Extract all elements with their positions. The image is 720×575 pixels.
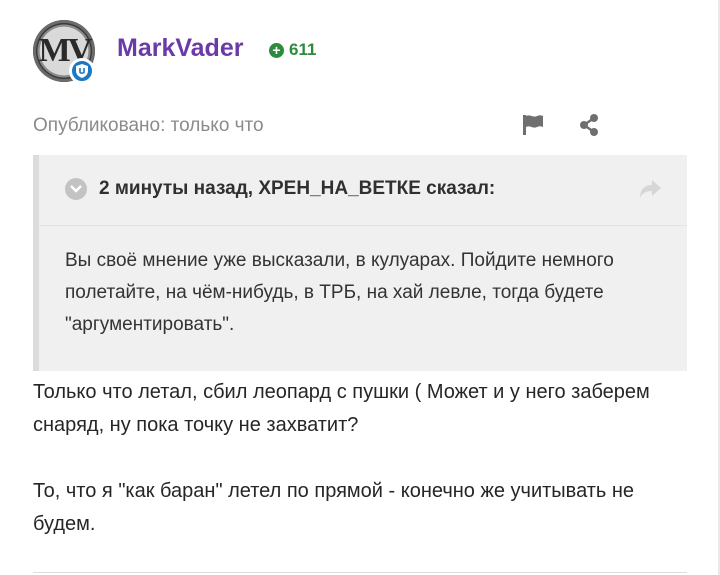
chevron-down-icon[interactable]	[65, 178, 87, 200]
share-icon[interactable]	[578, 113, 600, 137]
post-paragraph: То, что я "как баран" летел по прямой - …	[33, 480, 635, 535]
author-info: MV MarkVader + 611	[33, 20, 316, 84]
post-paragraph: Только что летал, сбил леопард с пушки (…	[33, 381, 650, 436]
quote-citation: 2 минуты назад, ХРЕН_НА_ВЕТКЕ сказал:	[99, 178, 496, 199]
shield-icon	[69, 58, 95, 84]
reputation-count: 611	[289, 40, 317, 59]
username-link[interactable]: MarkVader	[117, 34, 243, 63]
flag-icon[interactable]	[521, 114, 545, 136]
plus-circle-icon: +	[269, 42, 284, 58]
divider	[33, 572, 687, 573]
quote-header: 2 минуты назад, ХРЕН_НА_ВЕТКЕ сказал:	[39, 155, 687, 226]
avatar[interactable]: MV	[33, 20, 95, 84]
published-time: Опубликовано: только что	[33, 115, 264, 136]
quote-block: 2 минуты назад, ХРЕН_НА_ВЕТКЕ сказал: Вы…	[33, 155, 687, 371]
reputation-badge[interactable]: + 611	[269, 40, 316, 60]
forward-arrow-icon[interactable]	[639, 178, 663, 200]
quote-text: Вы своё мнение уже высказали, в кулуарах…	[65, 250, 614, 335]
post-content: Только что летал, сбил леопард с пушки (…	[33, 376, 693, 541]
